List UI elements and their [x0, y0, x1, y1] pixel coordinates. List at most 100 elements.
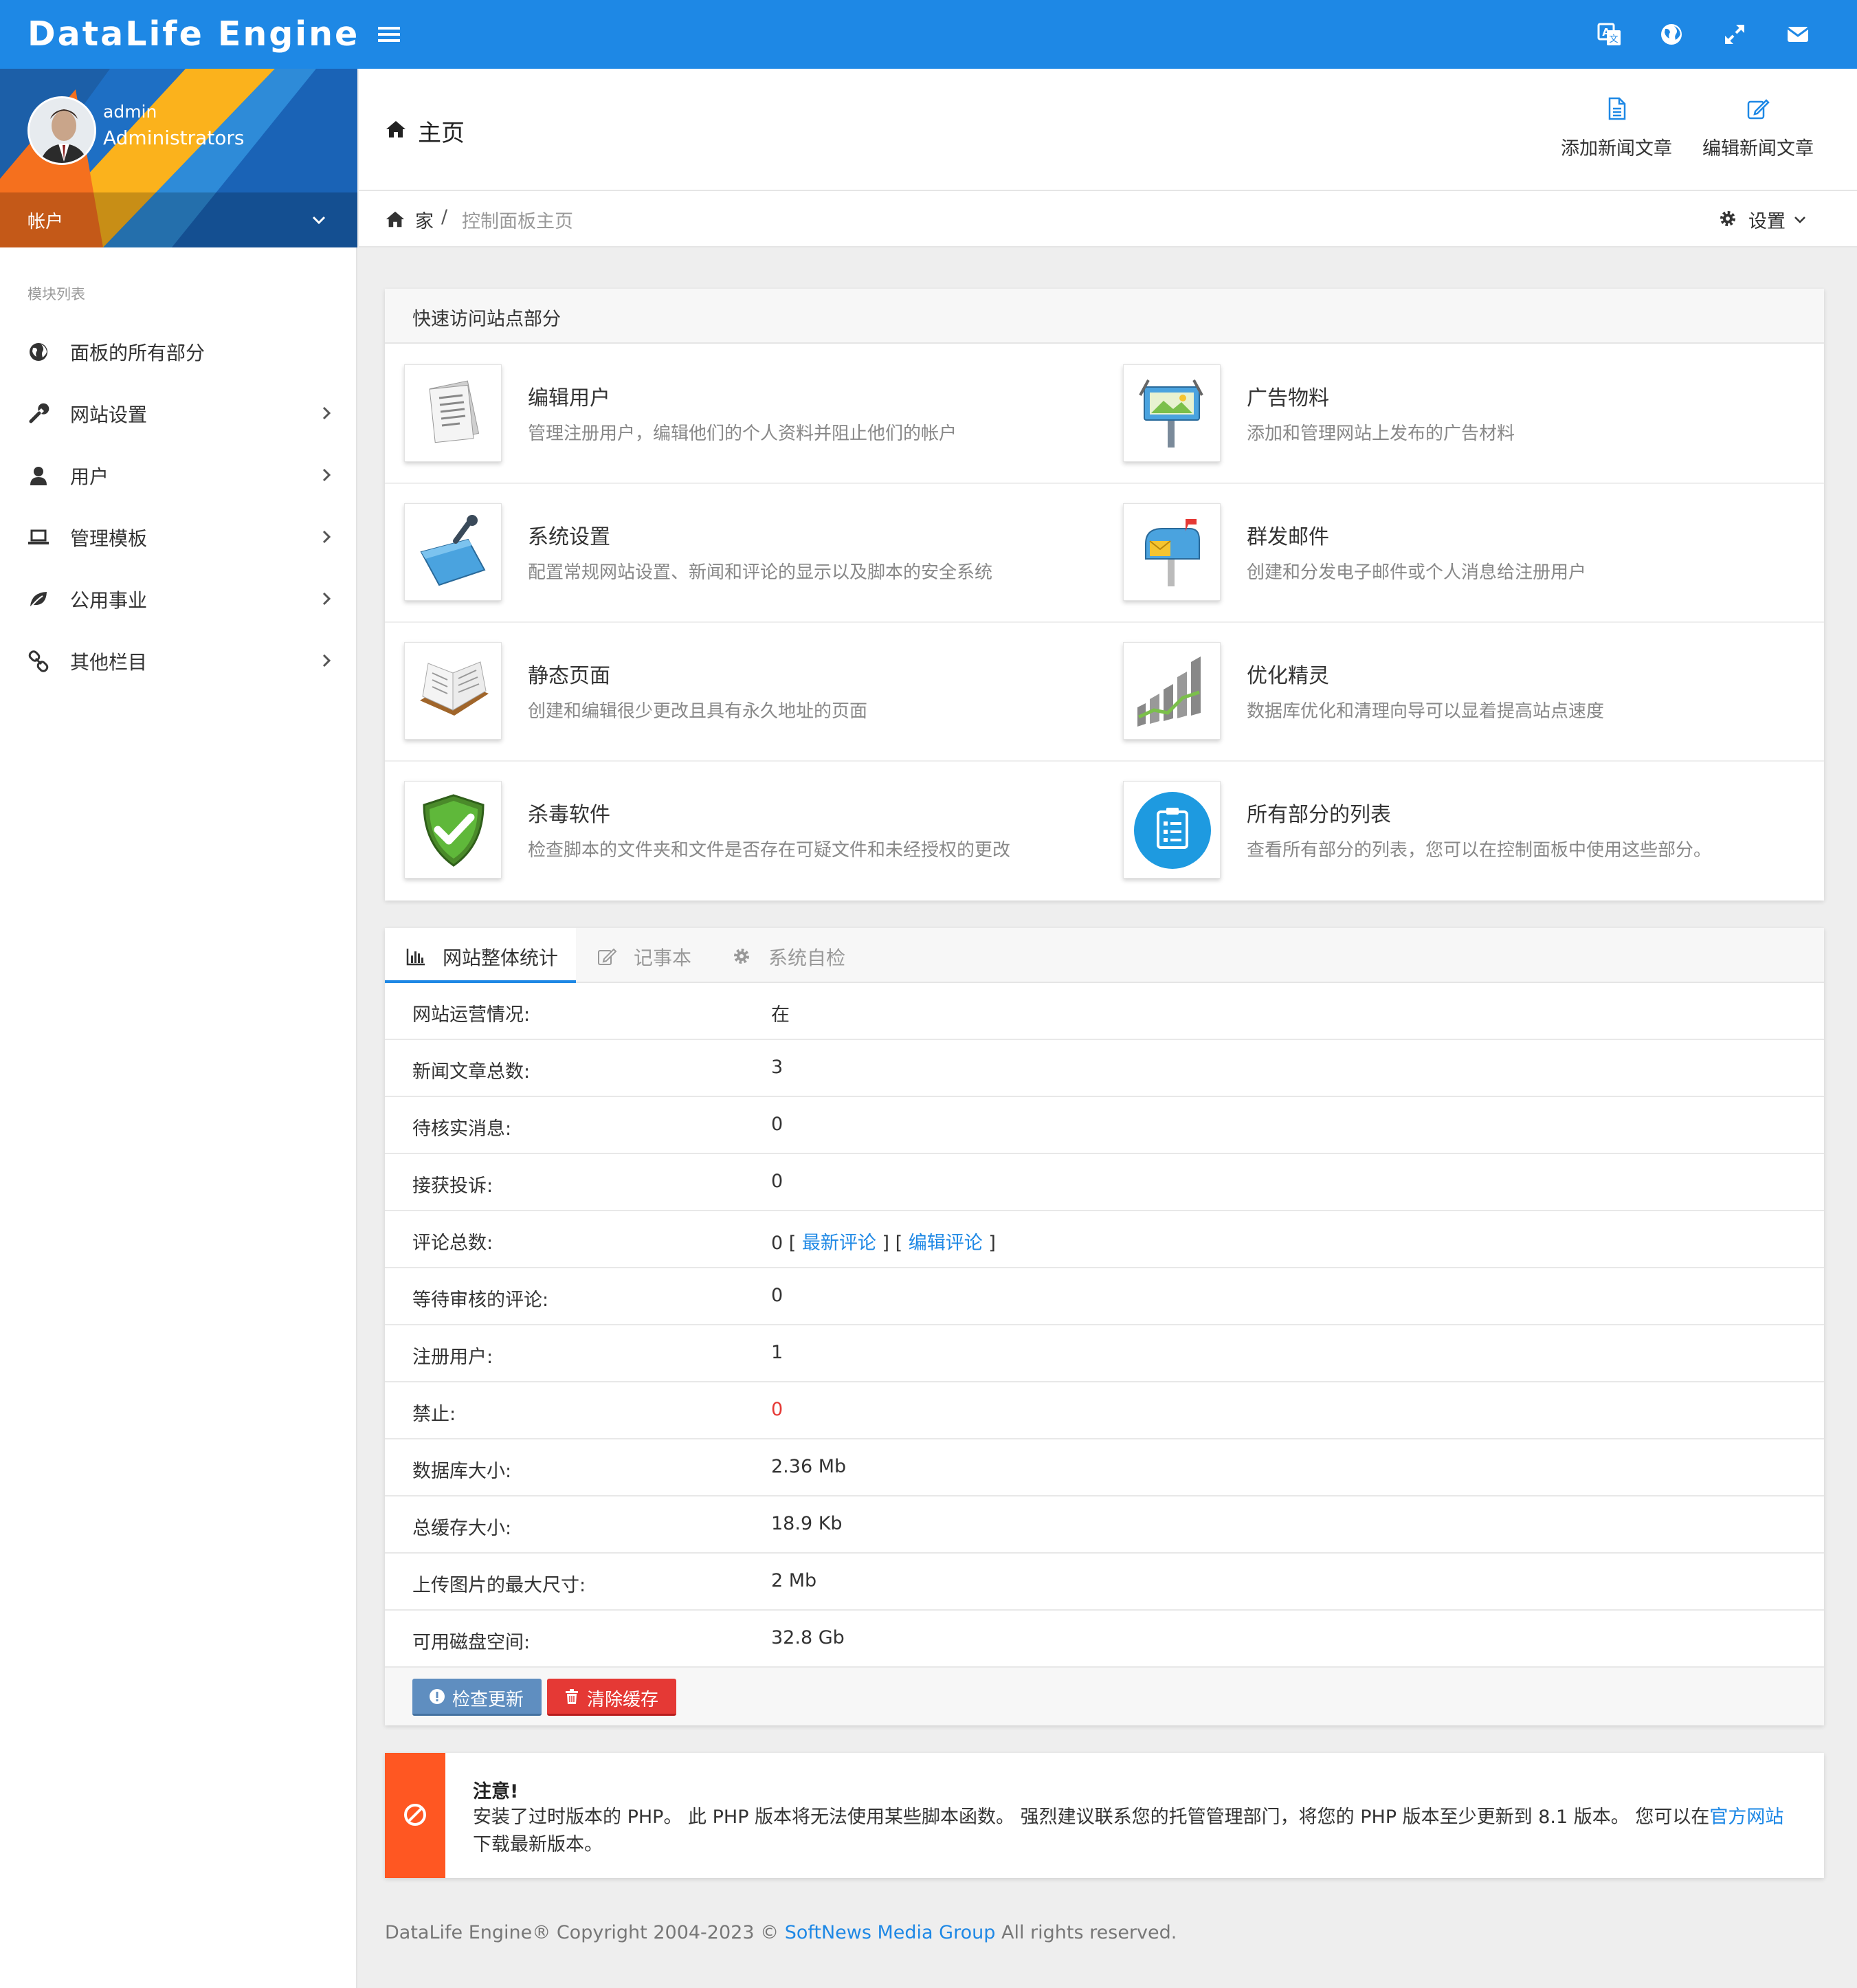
qa-title: 杀毒软件 — [528, 803, 610, 827]
sidebar-item-all-sections[interactable]: 面板的所有部分 — [0, 320, 357, 382]
qa-desc: 查看所有部分的列表，您可以在控制面板中使用这些部分。 — [1247, 840, 1712, 861]
breadcrumb-home-link[interactable]: 家 — [415, 206, 434, 233]
qa-mass-mail[interactable]: 群发邮件 创建和分发电子邮件或个人消息给注册用户 — [1104, 483, 1824, 621]
clear-cache-button[interactable]: 清除缓存 — [547, 1679, 676, 1716]
mail-icon[interactable] — [1784, 21, 1812, 48]
globe-icon — [30, 343, 47, 361]
qa-desc: 添加和管理网站上发布的广告材料 — [1247, 423, 1515, 444]
user-role: Administrators — [103, 126, 245, 149]
tab-notepad[interactable]: 记事本 — [576, 928, 711, 983]
brand-logo[interactable]: DataLife Engine — [27, 0, 359, 69]
table-row: 等待审核的评论: 0 — [385, 1268, 1824, 1325]
table-row: 禁止: 0 — [385, 1382, 1824, 1439]
link-icon — [28, 650, 49, 672]
user-icon — [30, 467, 47, 485]
globe-icon[interactable] — [1658, 21, 1685, 48]
qa-antivirus[interactable]: 杀毒软件 检查脚本的文件夹和文件是否存在可疑文件和未经授权的更改 — [385, 760, 1104, 899]
warning-title: 注意! — [473, 1781, 519, 1802]
stat-label: 可用磁盘空间: — [412, 1632, 531, 1653]
sidebar-item-label: 公用事业 — [70, 589, 148, 612]
warning-text: 安装了过时版本的 PHP。 此 PHP 版本将无法使用某些脚本函数。 强烈建议联… — [473, 1804, 1806, 1859]
qa-desc: 创建和分发电子邮件或个人消息给注册用户 — [1247, 562, 1587, 583]
stat-value: 32.8 Gb — [771, 1627, 845, 1648]
user-name: admin — [103, 102, 157, 122]
clear-cache-label: 清除缓存 — [587, 1690, 659, 1710]
footer: DataLife Engine® Copyright 2004-2023 © S… — [385, 1922, 1177, 1943]
check-update-button[interactable]: 检查更新 — [412, 1679, 542, 1716]
exclamation-circle-icon — [430, 1689, 445, 1704]
home-icon — [386, 121, 405, 137]
qa-thumb — [1123, 642, 1221, 740]
qa-desc: 管理注册用户，编辑他们的个人资料并阻止他们的帐户 — [528, 423, 957, 444]
qa-desc: 创建和编辑很少更改且具有永久地址的页面 — [528, 701, 868, 722]
sidebar-item-other[interactable]: 其他栏目 — [0, 630, 357, 692]
warning-text-after: 下载最新版本。 — [473, 1834, 603, 1855]
edit-comments-link[interactable]: 编辑评论 — [909, 1233, 983, 1254]
bracket-open: [ — [788, 1233, 797, 1254]
settings-dropdown[interactable]: 设置 — [1718, 205, 1828, 234]
table-row: 总缓存大小: 18.9 Kb — [385, 1496, 1824, 1554]
breadcrumb: 家 / 控制面板主页 设置 — [359, 191, 1857, 247]
modules-label: 模块列表 — [27, 286, 85, 302]
laptop-icon — [28, 529, 49, 544]
sidebar-item-templates[interactable]: 管理模板 — [0, 506, 357, 568]
avatar[interactable] — [27, 96, 96, 165]
add-news-button[interactable]: 添加新闻文章 — [1548, 96, 1685, 172]
breadcrumb-current: 控制面板主页 — [462, 211, 573, 232]
language-icon[interactable]: A文 — [1596, 21, 1623, 48]
chevron-down-icon — [312, 216, 326, 225]
stat-value: 3 — [771, 1057, 783, 1078]
stat-label: 网站运营情况: — [412, 1004, 531, 1026]
user-panel: admin Administrators 帐户 — [0, 69, 357, 247]
stat-value: 2.36 Mb — [771, 1456, 847, 1477]
qa-desc: 数据库优化和清理向导可以显着提高站点速度 — [1247, 701, 1605, 722]
stat-label: 上传图片的最大尺寸: — [412, 1575, 586, 1596]
latest-comments-link[interactable]: 最新评论 — [802, 1233, 876, 1254]
top-navbar: DataLife Engine A文 — [0, 0, 1857, 69]
sidebar-item-site-settings[interactable]: 网站设置 — [0, 382, 357, 444]
ban-icon — [404, 1804, 426, 1826]
chevron-right-icon — [322, 592, 331, 606]
bracket-close: ] — [988, 1233, 996, 1254]
softnews-link[interactable]: SoftNews Media Group — [785, 1922, 996, 1943]
qa-all-sections-list[interactable]: 所有部分的列表 查看所有部分的列表，您可以在控制面板中使用这些部分。 — [1104, 760, 1824, 899]
toolbox-icon — [420, 515, 486, 586]
fullscreen-icon[interactable] — [1721, 21, 1748, 48]
tab-site-statistics[interactable]: 网站整体统计 — [385, 928, 576, 983]
stat-value-banned: 0 — [771, 1399, 783, 1420]
page-header: 主页 添加新闻文章 编辑新闻文章 — [359, 69, 1857, 191]
sidebar-item-utilities[interactable]: 公用事业 — [0, 568, 357, 630]
qa-title: 静态页面 — [528, 664, 610, 688]
table-row: 待核实消息: 0 — [385, 1097, 1824, 1154]
shield-check-icon — [423, 794, 485, 867]
table-row: 新闻文章总数: 3 — [385, 1040, 1824, 1097]
book-icon — [420, 661, 489, 716]
tab-label: 网站整体统计 — [443, 947, 559, 969]
menu-toggle-icon[interactable] — [377, 22, 401, 47]
qa-thumb — [1123, 503, 1221, 601]
account-label: 帐户 — [27, 212, 64, 232]
official-site-link[interactable]: 官方网站 — [1709, 1807, 1783, 1828]
tab-system-check[interactable]: 系统自检 — [711, 928, 865, 983]
chevron-down-icon — [1794, 217, 1805, 223]
stats-tabs: 网站整体统计 记事本 系统自检 — [385, 928, 1824, 983]
tab-label: 系统自检 — [768, 947, 846, 969]
bar-chart-icon — [1137, 656, 1201, 727]
edit-news-button[interactable]: 编辑新闻文章 — [1689, 96, 1827, 172]
stat-value: 在 — [771, 1004, 790, 1026]
quick-access-panel: 快速访问站点部分 编辑用户 管理注册用户，编辑他们的个人资料并阻止他们的帐户 广… — [385, 289, 1824, 901]
qa-optimization-wizard[interactable]: 优化精灵 数据库优化和清理向导可以显着提高站点速度 — [1104, 621, 1824, 760]
qa-static-pages[interactable]: 静态页面 创建和编辑很少更改且具有永久地址的页面 — [385, 621, 1104, 760]
qa-edit-users[interactable]: 编辑用户 管理注册用户，编辑他们的个人资料并阻止他们的帐户 — [385, 344, 1104, 483]
qa-system-settings[interactable]: 系统设置 配置常规网站设置、新闻和评论的显示以及脚本的安全系统 — [385, 483, 1104, 621]
chevron-right-icon — [322, 468, 331, 482]
qa-title: 群发邮件 — [1247, 525, 1329, 549]
sidebar-item-users[interactable]: 用户 — [0, 444, 357, 506]
account-dropdown[interactable]: 帐户 — [0, 192, 357, 247]
sidebar-item-label: 面板的所有部分 — [70, 342, 205, 364]
qa-ad-materials[interactable]: 广告物料 添加和管理网站上发布的广告材料 — [1104, 344, 1824, 483]
table-row: 可用磁盘空间: 32.8 Gb — [385, 1611, 1824, 1668]
check-update-label: 检查更新 — [452, 1690, 524, 1710]
billboard-icon — [1139, 379, 1203, 448]
tab-label: 记事本 — [634, 947, 692, 969]
